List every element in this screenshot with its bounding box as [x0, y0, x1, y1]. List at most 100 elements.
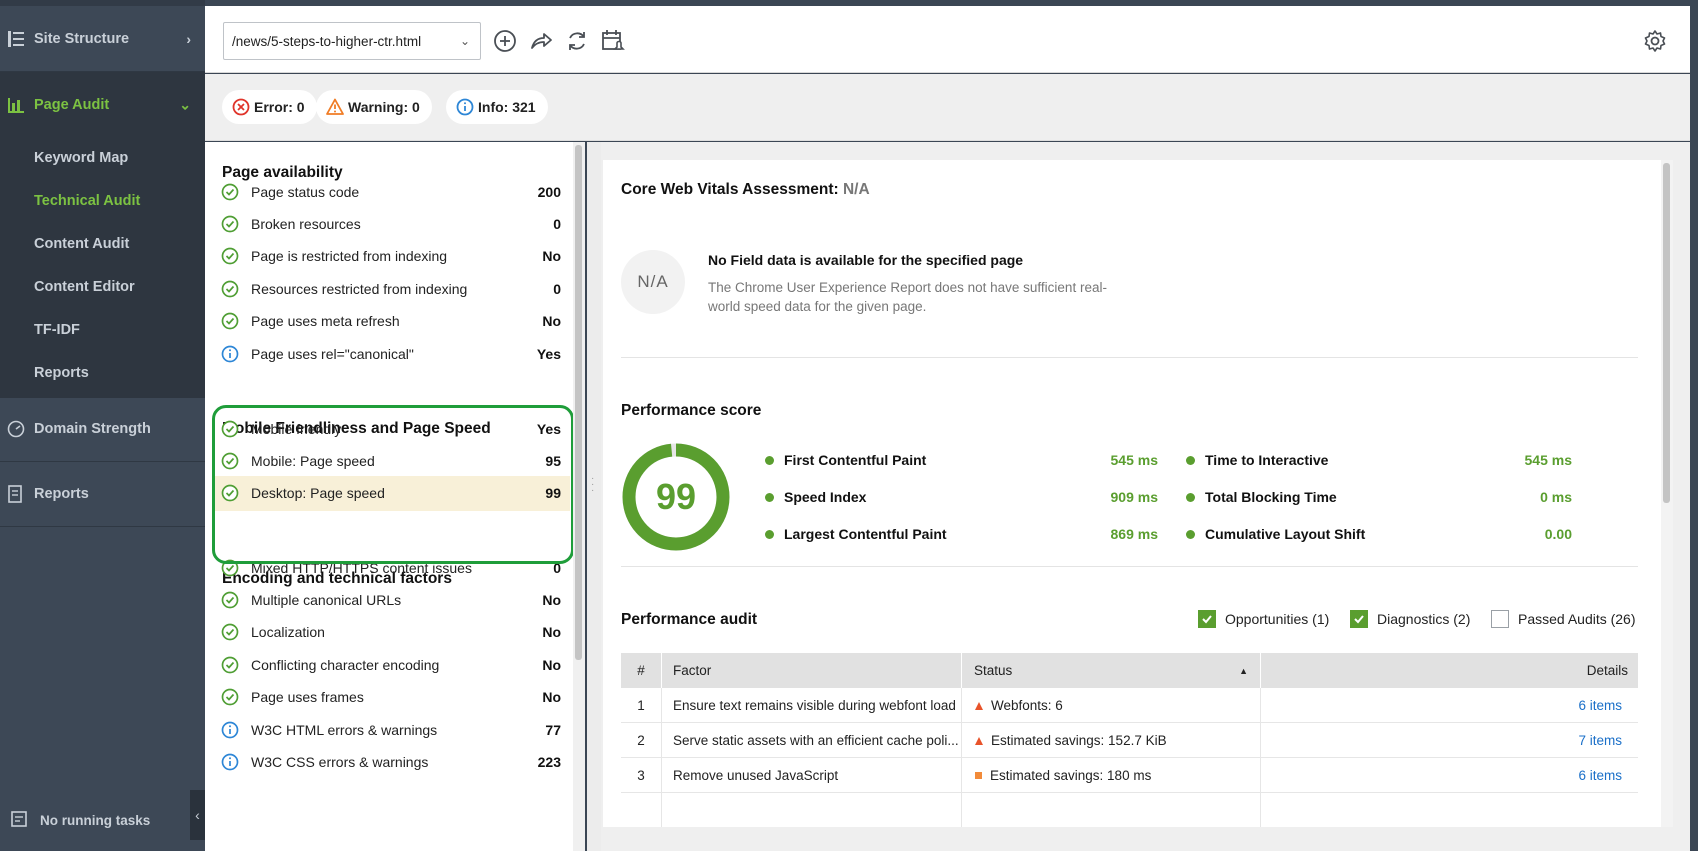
toolbar: /news/5-steps-to-higher-ctr.html ⌄ — [205, 6, 1690, 73]
factor-row[interactable]: Page uses rel="canonical" Yes — [213, 336, 570, 371]
cwv-na-badge: N/A — [621, 250, 685, 314]
factor-row[interactable]: W3C HTML errors & warnings 77 — [213, 712, 570, 747]
metric-dot-icon — [1186, 492, 1195, 502]
factor-label: Page status code — [251, 183, 360, 200]
column-header-number[interactable]: # — [621, 653, 662, 688]
metric-dot-icon — [765, 529, 774, 539]
column-header-details[interactable]: Details — [1261, 653, 1638, 688]
left-scrollbar-thumb[interactable] — [575, 145, 582, 660]
metric-label: Total Blocking Time — [1205, 489, 1337, 505]
checkbox-checked-icon[interactable] — [1198, 610, 1216, 628]
add-page-button[interactable] — [490, 26, 520, 56]
factor-row[interactable]: Conflicting character encoding No — [213, 647, 570, 682]
metric-dot-icon — [1186, 455, 1195, 465]
factor-value: No — [542, 656, 561, 673]
table-row-empty — [621, 793, 1638, 827]
tasks-label: No running tasks — [40, 812, 151, 828]
error-count: Error: 0 — [254, 99, 305, 115]
chevron-down-icon: ⌄ — [459, 34, 470, 48]
table-row[interactable]: 1 Ensure text remains visible during webf… — [621, 688, 1638, 723]
factor-label: Resources restricted from indexing — [251, 280, 468, 297]
column-header-factor[interactable]: Factor — [662, 653, 962, 688]
high-severity-icon — [975, 701, 983, 710]
table-row[interactable]: 3 Remove unused JavaScript Estimated savin… — [621, 758, 1638, 793]
info-count: Info: 321 — [478, 99, 536, 115]
factor-value: 200 — [537, 183, 561, 200]
checkbox-checked-icon[interactable] — [1350, 610, 1368, 628]
row-status: Estimated savings: 152.7 KiB — [962, 723, 1261, 758]
factor-value: 0 — [553, 280, 561, 297]
factor-row[interactable]: W3C CSS errors & warnings 223 — [213, 744, 570, 779]
running-tasks[interactable]: No running tasks — [0, 798, 205, 842]
warning-filter-button[interactable]: Warning: 0 — [316, 90, 432, 124]
sidebar-item-content-editor[interactable]: Content Editor — [0, 265, 205, 308]
table-row[interactable]: 2 Serve static assets with an efficient c… — [621, 723, 1638, 758]
sidebar-item-page-audit[interactable]: Page Audit ⌄ — [0, 72, 205, 138]
sidebar-item-label: Domain Strength — [34, 420, 151, 437]
factor-value: Yes — [536, 345, 561, 362]
metric-dot-icon — [765, 492, 774, 502]
performance-audit-title: Performance audit — [621, 611, 758, 628]
row-details-link[interactable]: 6 items — [1261, 758, 1638, 793]
factor-label: Conflicting character encoding — [251, 656, 440, 673]
sidebar-item-site-structure[interactable]: Site Structure › — [0, 6, 205, 72]
checkbox-unchecked-icon[interactable] — [1491, 610, 1509, 628]
error-icon — [232, 98, 250, 116]
factor-row[interactable]: Page uses frames No — [213, 680, 570, 715]
sidebar-item-technical-audit[interactable]: Technical Audit — [0, 179, 205, 222]
medium-severity-icon — [975, 772, 982, 779]
column-header-status[interactable]: Status ▲ — [962, 653, 1261, 688]
splitter-grip-icon: · · · — [591, 473, 595, 496]
chevron-right-icon: › — [186, 30, 191, 47]
filter-checkbox[interactable]: Passed Audits (26) — [1491, 609, 1636, 629]
check-circle-icon — [221, 280, 239, 298]
chevron-left-icon: ‹ — [195, 807, 200, 823]
column-header-status-label: Status — [974, 663, 1013, 678]
factor-row[interactable]: Multiple canonical URLs No — [213, 582, 570, 617]
sidebar-item-content-audit[interactable]: Content Audit — [0, 222, 205, 265]
row-factor: Remove unused JavaScript — [662, 758, 962, 793]
empty-cell — [662, 793, 962, 827]
url-select[interactable]: /news/5-steps-to-higher-ctr.html ⌄ — [223, 22, 481, 60]
sidebar-item-domain-strength[interactable]: Domain Strength — [0, 396, 205, 462]
warning-count: Warning: 0 — [348, 99, 420, 115]
filter-checkbox[interactable]: Opportunities (1) — [1198, 609, 1329, 629]
row-status: Webfonts: 6 — [962, 688, 1261, 723]
sidebar-item-reports[interactable]: Reports — [0, 461, 205, 527]
schedule-button[interactable] — [598, 26, 628, 56]
no-field-description: The Chrome User Experience Report does n… — [708, 280, 1107, 314]
factor-row[interactable]: Page is restricted from indexing No — [213, 239, 570, 274]
factor-row[interactable]: Broken resources 0 — [213, 206, 570, 241]
sidebar-item-label: Page Audit — [34, 96, 110, 113]
info-filter-button[interactable]: Info: 321 — [446, 90, 548, 124]
details-panel: Core Web Vitals Assessment: N/A N/A No F… — [603, 160, 1661, 827]
gear-icon — [1644, 30, 1666, 52]
metric-dot-icon — [1186, 529, 1195, 539]
settings-button[interactable] — [1640, 26, 1670, 56]
collapse-sidebar-button[interactable]: ‹ — [190, 790, 205, 840]
check-circle-icon — [221, 215, 239, 233]
factor-row[interactable]: Localization No — [213, 615, 570, 650]
refresh-button[interactable] — [562, 26, 592, 56]
factor-row[interactable]: Page uses meta refresh No — [213, 304, 570, 339]
row-details-link[interactable]: 6 items — [1261, 688, 1638, 723]
error-filter-button[interactable]: Error: 0 — [222, 90, 317, 124]
row-details-link[interactable]: 7 items — [1261, 723, 1638, 758]
check-circle-icon — [221, 247, 239, 265]
share-icon — [531, 33, 552, 49]
right-scrollbar-thumb[interactable] — [1663, 163, 1670, 503]
no-field-title: No Field data is available for the speci… — [708, 252, 1024, 268]
sidebar-item-tf-idf[interactable]: TF-IDF — [0, 308, 205, 351]
sidebar-item-keyword-map[interactable]: Keyword Map — [0, 136, 205, 179]
share-button[interactable] — [526, 26, 556, 56]
factor-row[interactable]: Resources restricted from indexing 0 — [213, 271, 570, 306]
divider — [621, 357, 1638, 358]
divider — [621, 566, 1638, 567]
filter-checkbox[interactable]: Diagnostics (2) — [1350, 609, 1470, 629]
factor-row[interactable]: Page status code 200 — [213, 174, 570, 209]
sidebar-item-reports-sub[interactable]: Reports — [0, 351, 205, 394]
metric-item: Cumulative Layout Shift 0.00 — [1186, 524, 1572, 544]
factor-label: Page uses frames — [251, 689, 364, 706]
cwv-status: N/A — [842, 181, 870, 198]
factor-value: No — [542, 591, 561, 608]
